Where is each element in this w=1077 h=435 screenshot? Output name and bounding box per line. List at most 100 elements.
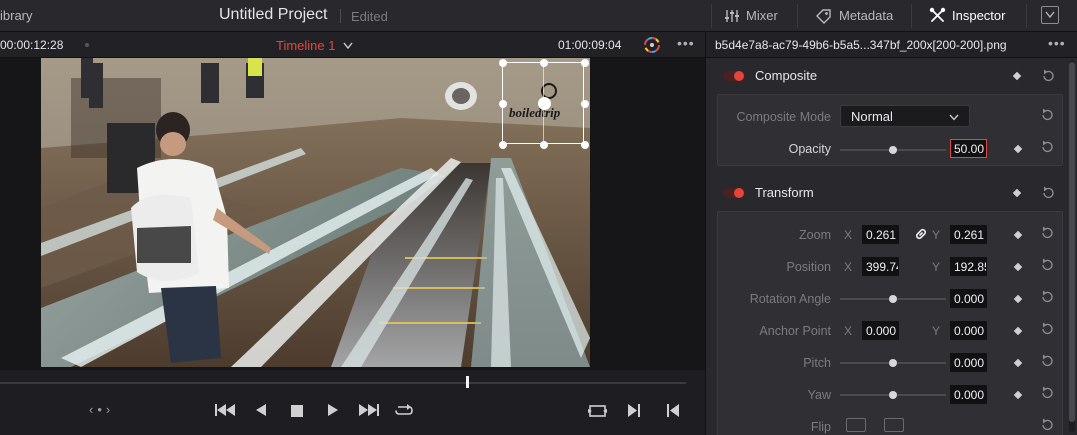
anchor-x-field[interactable]: 0.000 (862, 321, 899, 340)
media-library-tab[interactable]: ibrary (0, 8, 33, 23)
inspector-panel: b5d4e7a8-ac79-49b6-b5a5...347bf_200x[200… (705, 32, 1077, 435)
overlay-handle-ml[interactable] (499, 100, 507, 108)
play-reverse-icon[interactable] (256, 404, 266, 416)
inspector-options-button[interactable]: ••• (1048, 35, 1066, 51)
rotation-angle-field[interactable]: 0.000 (950, 289, 987, 308)
composite-mode-label: Composite Mode (736, 110, 832, 124)
jump-to-end-icon[interactable] (359, 404, 379, 416)
composite-section-header[interactable]: Composite (714, 62, 1064, 90)
toolbar-divider (1026, 4, 1027, 28)
keyframe-diamond-icon[interactable] (1013, 144, 1023, 154)
reset-icon[interactable] (1040, 290, 1054, 304)
overlay-handle-bm[interactable] (540, 141, 548, 149)
rotation-angle-slider[interactable] (840, 295, 946, 303)
yaw-field[interactable]: 0.000 (950, 385, 987, 404)
overlay-center-vline (543, 63, 544, 145)
reset-icon[interactable] (1040, 258, 1054, 272)
reset-icon[interactable] (1040, 354, 1054, 368)
flip-label: Flip (810, 420, 831, 434)
position-x-field[interactable]: 399.74 (862, 257, 899, 276)
inspector-label: Inspector (952, 8, 1006, 23)
reset-icon[interactable] (1040, 140, 1054, 154)
top-bar: ibrary Untitled Project Edited Mixer Met… (0, 0, 1077, 32)
reset-icon[interactable] (1040, 226, 1054, 240)
overlay-handle-tr[interactable] (581, 59, 589, 67)
overlay-handle-bl[interactable] (499, 141, 507, 149)
project-status: Edited (351, 9, 388, 24)
position-y-field[interactable]: 192.85 (950, 257, 987, 276)
opacity-slider[interactable] (840, 146, 946, 154)
keyframe-diamond-icon[interactable] (1013, 390, 1023, 400)
transform-section-header[interactable]: Transform (714, 179, 1064, 207)
keyframe-diamond-icon[interactable] (1013, 326, 1023, 336)
clip-file-name: b5d4e7a8-ac79-49b6-b5a5...347bf_200x[200… (715, 38, 1007, 52)
anchor-y-field[interactable]: 0.000 (950, 321, 987, 340)
pitch-slider[interactable] (840, 359, 946, 367)
link-icon[interactable] (914, 227, 928, 241)
timeline-selector[interactable]: Timeline 1 (276, 38, 353, 53)
scrubber-track[interactable] (0, 382, 686, 384)
mixer-button[interactable]: Mixer (724, 0, 778, 31)
keyframe-diamond-icon[interactable] (1013, 262, 1023, 272)
zoom-y-field[interactable]: 0.261 (950, 225, 987, 244)
reset-icon[interactable] (1040, 108, 1054, 122)
composite-mode-select[interactable]: Normal (840, 105, 970, 127)
opacity-field[interactable]: 50.00 (950, 139, 987, 158)
yaw-slider[interactable] (840, 391, 946, 399)
reset-icon[interactable] (1040, 322, 1054, 336)
opacity-slider-knob[interactable] (889, 146, 897, 154)
transform-enable-toggle[interactable] (723, 188, 745, 198)
match-frame-icon[interactable] (588, 404, 607, 418)
flip-horizontal-button[interactable] (846, 418, 866, 432)
keyframe-diamond-icon[interactable] (1013, 358, 1023, 368)
position-x-axis-label: X (844, 260, 853, 274)
pitch-field[interactable]: 0.000 (950, 353, 987, 372)
composite-mode-value: Normal (851, 109, 893, 124)
inspector-scrollbar-thumb[interactable] (1069, 62, 1075, 422)
flip-vertical-button[interactable] (884, 418, 904, 432)
project-title: Untitled Project (219, 6, 328, 23)
next-edit-icon[interactable] (628, 404, 641, 417)
reset-icon[interactable] (1040, 418, 1054, 432)
overlay-handle-br[interactable] (581, 141, 589, 149)
zoom-x-axis-label: X (844, 228, 853, 242)
anchor-point-label: Anchor Point (759, 324, 831, 338)
composite-enable-toggle[interactable] (723, 71, 745, 81)
stop-icon[interactable] (291, 405, 303, 417)
keyframe-diamond-icon[interactable] (1012, 188, 1022, 198)
inspector-scrollbar[interactable] (1069, 60, 1075, 432)
metadata-button[interactable]: Metadata (815, 0, 893, 31)
chevron-down-icon (1045, 11, 1055, 19)
yaw-slider-knob[interactable] (889, 391, 897, 399)
keyframe-diamond-icon[interactable] (1012, 71, 1022, 81)
reset-icon[interactable] (1041, 69, 1055, 83)
reset-icon[interactable] (1040, 386, 1054, 400)
status-dot (85, 43, 89, 47)
video-frame[interactable]: boiledtrip (41, 58, 590, 367)
inspector-button[interactable]: Inspector (929, 0, 1005, 31)
playhead[interactable] (466, 376, 469, 388)
viewer-options-button[interactable]: ••• (677, 35, 695, 51)
loop-icon[interactable] (394, 403, 414, 418)
color-scope-icon[interactable] (643, 36, 661, 54)
transform-title: Transform (755, 185, 814, 200)
jump-to-start-icon[interactable] (215, 404, 235, 416)
viewer-header: 00:00:12:28 Timeline 1 01:00:09:04 ••• (0, 32, 705, 58)
overlay-handle-mr[interactable] (581, 100, 589, 108)
pitch-slider-knob[interactable] (889, 359, 897, 367)
overlay-handle-center[interactable] (538, 97, 551, 110)
rotation-angle-slider-knob[interactable] (889, 295, 897, 303)
collapse-panel-button[interactable] (1041, 6, 1059, 24)
overlay-handle-tl[interactable] (499, 59, 507, 67)
keyframe-diamond-icon[interactable] (1013, 230, 1023, 240)
keyframe-diamond-icon[interactable] (1013, 294, 1023, 304)
overlay-watermark: boiledtrip (509, 105, 561, 120)
overlay-bounding-box[interactable]: boiledtrip (499, 59, 589, 149)
zoom-x-field[interactable]: 0.261 (862, 225, 899, 244)
reset-icon[interactable] (1041, 186, 1055, 200)
overlay-handle-tm[interactable] (540, 59, 548, 67)
clip-navigator[interactable]: ‹•› (89, 402, 114, 417)
previous-edit-icon[interactable] (666, 404, 679, 417)
toolbar-divider (797, 4, 798, 28)
play-icon[interactable] (328, 404, 338, 416)
